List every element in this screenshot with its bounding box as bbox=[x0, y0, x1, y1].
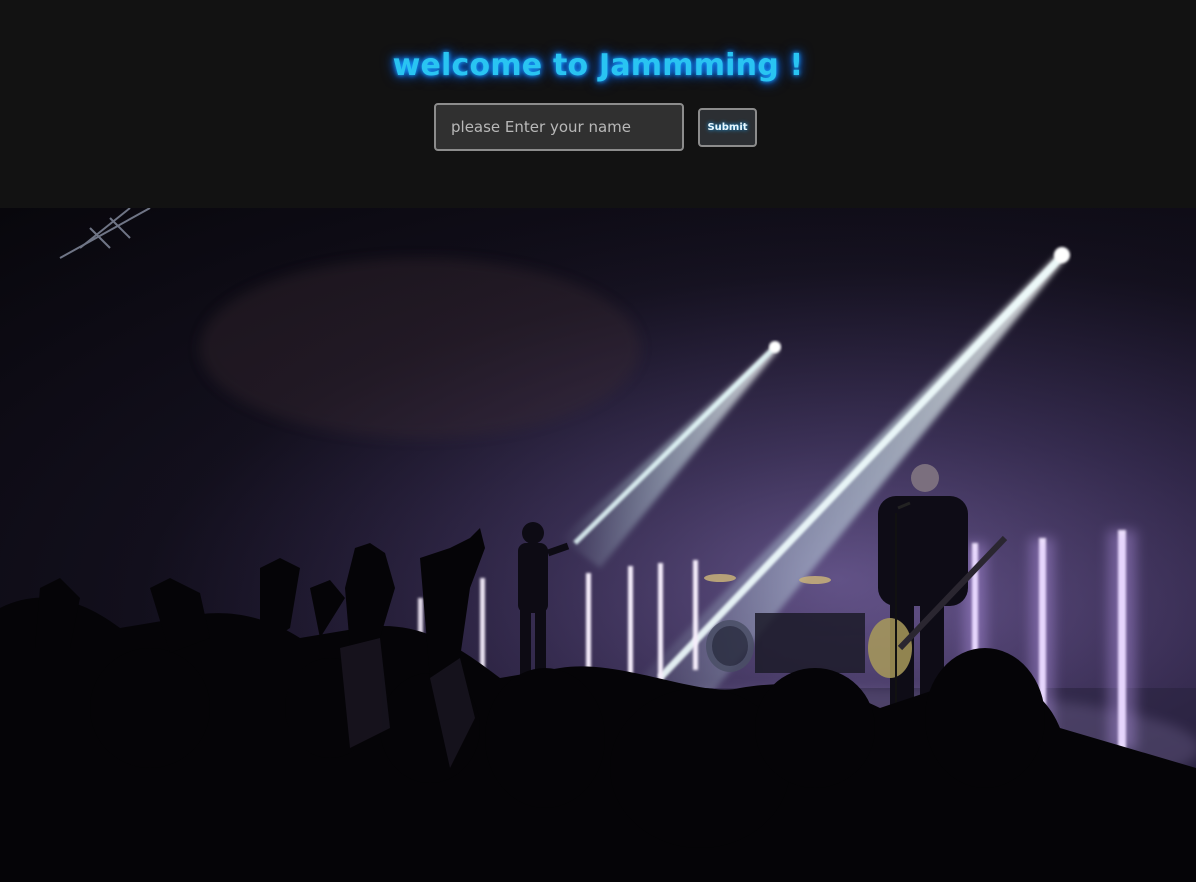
name-input[interactable] bbox=[434, 103, 684, 151]
submit-button[interactable]: Submit bbox=[698, 108, 757, 147]
page-title: welcome to Jammming ! bbox=[392, 48, 804, 83]
concert-photo bbox=[0, 208, 1196, 882]
hero-concert-image bbox=[0, 208, 1196, 882]
header-bar: welcome to Jammming ! Submit bbox=[0, 0, 1196, 208]
